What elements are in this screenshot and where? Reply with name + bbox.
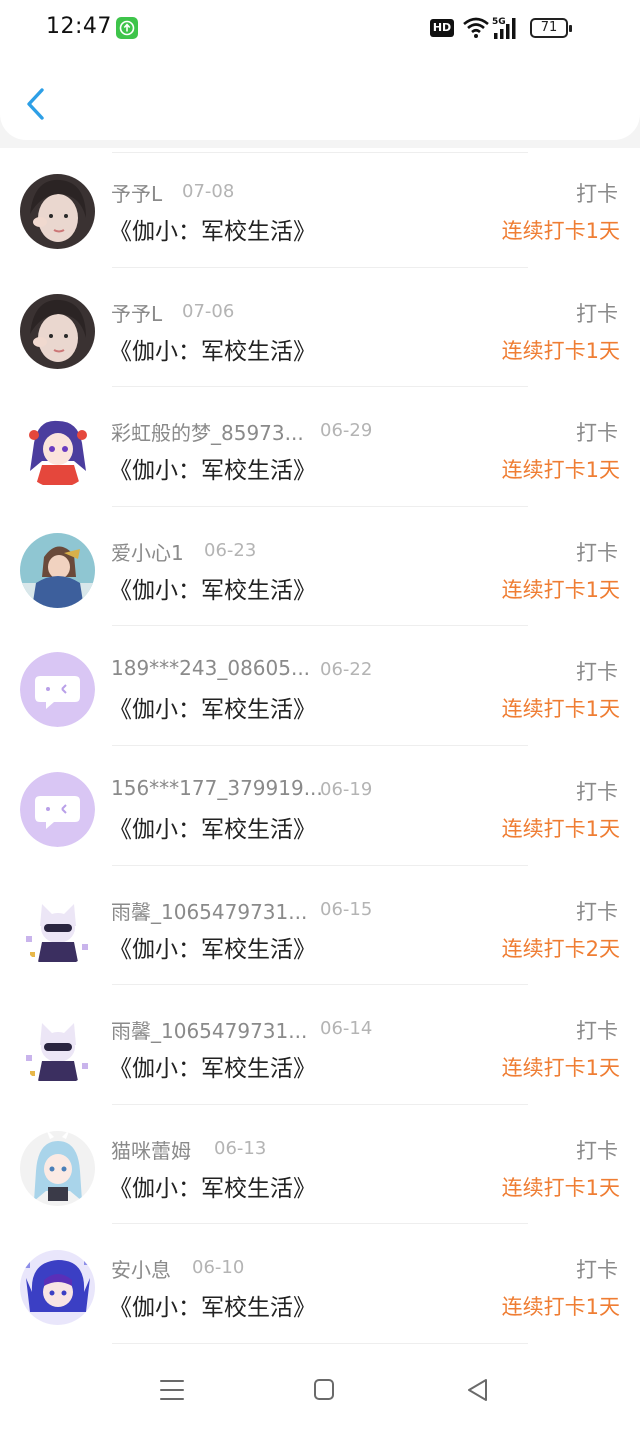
avatar[interactable] — [20, 532, 95, 608]
book-title: 《伽小：军校生活》 — [109, 816, 316, 843]
streak-label: 连续打卡1天 — [501, 577, 620, 602]
list-item[interactable]: 猫咪蕾姆 06-13 《伽小：军校生活》 打卡 连续打卡1天 — [0, 1105, 640, 1225]
book-title: 《伽小：军校生活》 — [109, 936, 316, 963]
system-nav-bar — [0, 1348, 640, 1433]
action-label: 打卡 — [576, 421, 618, 446]
home-button[interactable] — [310, 1376, 338, 1408]
book-title: 《伽小：军校生活》 — [109, 458, 316, 485]
book-title: 《伽小：军校生活》 — [109, 338, 316, 365]
avatar[interactable] — [20, 174, 95, 249]
book-title: 《伽小：军校生活》 — [109, 697, 316, 724]
book-title: 《伽小：军校生活》 — [109, 1056, 316, 1083]
book-title: 《伽小：军校生活》 — [109, 577, 316, 604]
streak-label: 连续打卡1天 — [501, 1056, 620, 1081]
list-item[interactable]: 156***177_379919... 06-19 《伽小：军校生活》 打卡 连… — [0, 746, 640, 866]
streak-label: 连续打卡1天 — [501, 338, 620, 363]
streak-label: 连续打卡1天 — [501, 816, 620, 841]
avatar[interactable] — [20, 293, 95, 369]
username: 予予L — [111, 301, 163, 326]
action-label: 打卡 — [576, 182, 618, 206]
streak-label: 连续打卡1天 — [501, 1175, 620, 1200]
list-item[interactable]: 雨馨_1065479731... 06-15 《伽小：军校生活》 打卡 连续打卡… — [0, 866, 640, 986]
post-date: 06-22 — [320, 659, 373, 681]
book-title: 《伽小：军校生活》 — [109, 1175, 316, 1202]
post-date: 06-14 — [320, 1018, 373, 1040]
network-label: 5G — [492, 17, 506, 27]
action-label: 打卡 — [576, 1019, 618, 1044]
list-item[interactable]: 爱小心1 06-23 《伽小：军校生活》 打卡 连续打卡1天 — [0, 507, 640, 627]
avatar[interactable] — [20, 891, 95, 967]
username: 156***177_379919... — [111, 775, 323, 800]
cell-signal-icon: 5G — [492, 15, 522, 45]
back-triangle-icon — [468, 1379, 487, 1401]
wifi-icon — [462, 15, 490, 43]
username: 爱小心1 — [111, 540, 184, 565]
list-item[interactable]: 雨馨_1065479731... 06-14 《伽小：军校生活》 打卡 连续打卡… — [0, 985, 640, 1105]
back-button[interactable] — [18, 82, 54, 126]
action-label: 打卡 — [576, 1258, 618, 1283]
app-notification-icon — [116, 17, 138, 39]
home-square-icon — [314, 1379, 334, 1400]
post-date: 06-13 — [214, 1137, 267, 1159]
menu-icon — [160, 1380, 184, 1400]
menu-button[interactable] — [158, 1376, 186, 1408]
post-date: 06-19 — [320, 778, 373, 800]
battery-indicator: 71 — [530, 18, 572, 38]
checkin-list: 予予L 07-08 《伽小：军校生活》 打卡 连续打卡1天 予予L 07-06 … — [0, 148, 640, 1348]
book-title: 《伽小：军校生活》 — [109, 219, 316, 245]
post-date: 06-10 — [192, 1257, 245, 1279]
post-date: 06-15 — [320, 898, 373, 920]
post-date: 06-29 — [320, 420, 373, 442]
avatar[interactable] — [20, 413, 95, 489]
chevron-left-icon — [27, 88, 44, 120]
streak-label: 连续打卡2天 — [501, 936, 620, 961]
streak-label: 连续打卡1天 — [501, 697, 620, 722]
post-date: 06-23 — [204, 539, 257, 561]
hd-badge: HD — [430, 19, 454, 37]
streak-label: 连续打卡1天 — [501, 219, 620, 243]
post-date: 07-06 — [182, 300, 235, 322]
book-title: 《伽小：军校生活》 — [109, 1295, 316, 1322]
list-item[interactable]: 彩虹般的梦_85973... 06-29 《伽小：军校生活》 打卡 连续打卡1天 — [0, 387, 640, 507]
username: 彩虹般的梦_85973... — [111, 421, 304, 446]
back-nav-button[interactable] — [464, 1376, 492, 1408]
avatar[interactable] — [20, 1130, 95, 1206]
action-label: 打卡 — [576, 899, 618, 924]
status-time: 12:47 — [46, 14, 112, 39]
avatar[interactable] — [20, 1250, 95, 1326]
action-label: 打卡 — [576, 1138, 618, 1163]
list-item[interactable]: 安小息 06-10 《伽小：军校生活》 打卡 连续打卡1天 — [0, 1224, 640, 1344]
list-item[interactable]: 予予L 07-08 《伽小：军校生活》 打卡 连续打卡1天 — [0, 148, 640, 268]
header — [0, 56, 640, 140]
streak-label: 连续打卡1天 — [501, 1295, 620, 1320]
default-avatar-icon[interactable] — [20, 652, 95, 728]
username: 猫咪蕾姆 — [111, 1138, 191, 1163]
list-item[interactable]: 予予L 07-06 《伽小：军校生活》 打卡 连续打卡1天 — [0, 268, 640, 388]
username: 189***243_08605... — [111, 656, 311, 681]
username: 雨馨_1065479731... — [111, 899, 308, 924]
username: 雨馨_1065479731... — [111, 1019, 308, 1044]
list-item[interactable]: 189***243_08605... 06-22 《伽小：军校生活》 打卡 连续… — [0, 626, 640, 746]
avatar[interactable] — [20, 1011, 95, 1087]
post-date: 07-08 — [182, 181, 235, 202]
streak-label: 连续打卡1天 — [501, 458, 620, 483]
action-label: 打卡 — [576, 779, 618, 804]
default-avatar-icon[interactable] — [20, 771, 95, 847]
action-label: 打卡 — [576, 660, 618, 685]
username: 予予L — [111, 182, 163, 206]
status-bar: 12:47 HD 5G 71 — [0, 0, 640, 56]
action-label: 打卡 — [576, 540, 618, 565]
action-label: 打卡 — [576, 301, 618, 326]
username: 安小息 — [111, 1258, 171, 1283]
